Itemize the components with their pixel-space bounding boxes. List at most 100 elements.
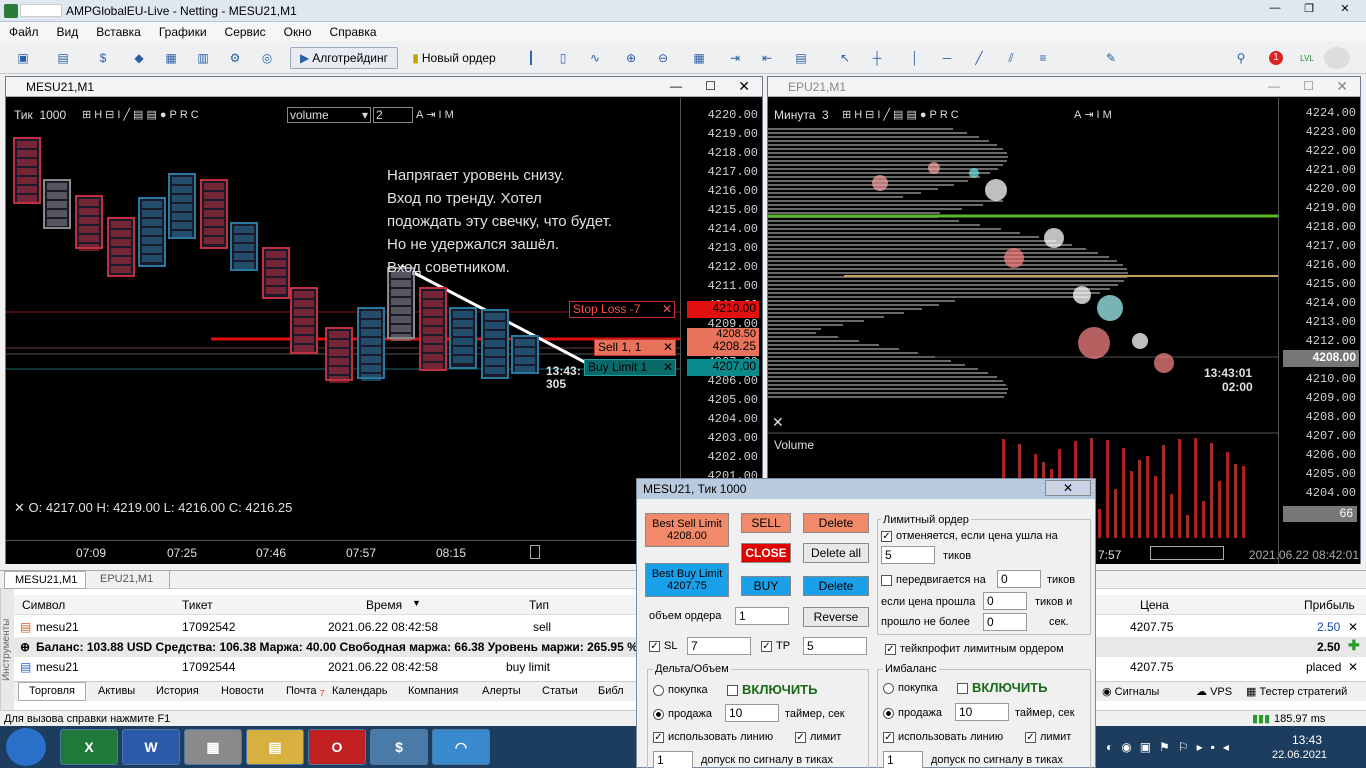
imb-use-line-checkbox[interactable]: ✓ использовать линию bbox=[883, 731, 1003, 743]
menu-help[interactable]: Справка bbox=[321, 22, 386, 39]
clock-date[interactable]: 22.06.2021 bbox=[1272, 749, 1327, 761]
delta-timer-input[interactable]: 10 bbox=[725, 704, 779, 722]
line-chart-icon[interactable]: ∿ bbox=[584, 47, 606, 69]
tp-input[interactable]: 5 bbox=[803, 637, 867, 655]
autoscroll-icon[interactable]: ⇥ bbox=[724, 47, 746, 69]
channel-icon[interactable]: ⫽ bbox=[1000, 47, 1022, 69]
minimize-icon[interactable]: — bbox=[670, 79, 682, 93]
sl-checkbox[interactable]: ✓ SL bbox=[649, 640, 677, 652]
delta-tolerance-input[interactable]: 1 bbox=[653, 751, 693, 768]
tab-mesu21[interactable]: MESU21,M1 bbox=[4, 571, 86, 589]
bar-chart-icon[interactable]: ┃ bbox=[520, 47, 542, 69]
close-icon[interactable]: ✕ bbox=[662, 302, 672, 316]
fibonacci-icon[interactable]: ≡ bbox=[1032, 47, 1054, 69]
sell-button[interactable]: SELL bbox=[741, 513, 791, 533]
horizontal-line-icon[interactable]: ─ bbox=[936, 47, 958, 69]
add-icon[interactable]: ✚ bbox=[1348, 637, 1360, 654]
minimize-icon[interactable]: — bbox=[1268, 79, 1280, 93]
clock-time[interactable]: 13:43 bbox=[1292, 733, 1322, 747]
close-icon[interactable]: ✕ bbox=[1045, 480, 1091, 496]
imb-tolerance-input[interactable]: 1 bbox=[883, 751, 923, 768]
maximize-icon[interactable]: ☐ bbox=[1303, 79, 1314, 93]
chart1-area[interactable]: Тик 1000 ⊞H⊟I╱▤▤●PRC volume ▾ 2 A⇥IM Напр… bbox=[6, 98, 680, 564]
market-watch-icon[interactable]: $ bbox=[92, 47, 114, 69]
imb-enable-checkbox[interactable]: ВКЛЮЧИТЬ bbox=[957, 680, 1047, 695]
col-time[interactable]: Время bbox=[366, 598, 402, 612]
tab-alerts[interactable]: Алерты bbox=[482, 685, 521, 697]
best-buy-limit-button[interactable]: Best Buy Limit 4207.75 bbox=[645, 563, 729, 597]
level-icon[interactable]: LVL bbox=[1296, 47, 1318, 69]
scroll-marker[interactable] bbox=[530, 545, 540, 559]
network-icon[interactable]: ◠ bbox=[432, 729, 490, 765]
imb-buy-radio[interactable]: покупка bbox=[883, 682, 938, 694]
calculator-icon[interactable]: ▦ bbox=[184, 729, 242, 765]
chart1-tool-buttons[interactable]: ⊞H⊟I╱▤▤●PRC bbox=[82, 108, 202, 121]
delete-sell-button[interactable]: Delete bbox=[803, 513, 869, 533]
sell-position-label[interactable]: Sell 1, 1 ✕ bbox=[594, 339, 676, 356]
chart1-extra-buttons[interactable]: A⇥IM bbox=[416, 108, 457, 121]
chart2-tool-buttons[interactable]: ⊞H⊟I╱▤▤●PRC bbox=[842, 108, 962, 121]
maximize-icon[interactable]: ☐ bbox=[705, 79, 716, 93]
toolbox-sidebar[interactable]: Инструменты bbox=[0, 589, 14, 711]
cancel-checkbox[interactable]: ✓ отменяется, если цена ушла на bbox=[881, 530, 1058, 542]
opera-icon[interactable]: O bbox=[308, 729, 366, 765]
chart2-extra-buttons[interactable]: A⇥IM bbox=[1074, 108, 1115, 121]
delta-enable-checkbox[interactable]: ВКЛЮЧИТЬ bbox=[727, 682, 817, 697]
maximize-icon[interactable]: ❐ bbox=[1296, 2, 1322, 18]
crosshair-icon[interactable]: ┼ bbox=[866, 47, 888, 69]
expand-icon[interactable]: ⊕ bbox=[20, 640, 30, 654]
cursor-icon[interactable]: ↖ bbox=[834, 47, 856, 69]
delta-sell-radio[interactable]: продажа bbox=[653, 708, 712, 720]
shapes-icon[interactable]: ✎ bbox=[1100, 47, 1122, 69]
tab-calendar[interactable]: Календарь bbox=[332, 685, 388, 697]
new-order-button[interactable]: ▮ Новый ордер bbox=[404, 47, 504, 69]
buy-button[interactable]: BUY bbox=[741, 576, 791, 596]
tab-library[interactable]: Библ bbox=[598, 685, 624, 697]
close-icon[interactable]: ✕ bbox=[663, 360, 673, 374]
tab-company[interactable]: Компания bbox=[408, 685, 458, 697]
word-icon[interactable]: W bbox=[122, 729, 180, 765]
excel-icon[interactable]: X bbox=[60, 729, 118, 765]
search-icon[interactable]: ⚲ bbox=[1230, 47, 1252, 69]
tp-limit-checkbox[interactable]: ✓ тейкпрофит лимитным ордером bbox=[885, 643, 1064, 655]
delete-all-button[interactable]: Delete all bbox=[803, 543, 869, 563]
depth-spinner[interactable]: 2 bbox=[373, 107, 413, 123]
stoploss-label[interactable]: Stop Loss -7 ✕ bbox=[569, 301, 675, 318]
tab-news[interactable]: Новости bbox=[221, 685, 264, 697]
metatrader-icon[interactable]: $ bbox=[370, 729, 428, 765]
vertical-line-icon[interactable]: │ bbox=[904, 47, 926, 69]
notifications-icon[interactable]: 1 bbox=[1262, 47, 1290, 69]
chart-shift-icon[interactable]: ⇤ bbox=[756, 47, 778, 69]
tab-signals[interactable]: ◉ Сигналы bbox=[1102, 685, 1159, 698]
profiles-icon[interactable]: ▤ bbox=[52, 47, 74, 69]
cancel-ticks-input[interactable]: 5 bbox=[881, 546, 935, 564]
menu-tools[interactable]: Сервис bbox=[216, 22, 275, 39]
navigator-icon[interactable]: ▦ bbox=[160, 47, 182, 69]
tab-epu21[interactable]: EPU21,M1 bbox=[90, 571, 170, 589]
tp-checkbox[interactable]: ✓ TP bbox=[761, 640, 790, 652]
not-more-input[interactable]: 0 bbox=[983, 613, 1027, 631]
tools-icon[interactable]: ✕ bbox=[772, 414, 784, 431]
search-icon[interactable]: ◎ bbox=[256, 47, 278, 69]
col-price[interactable]: Цена bbox=[1140, 598, 1169, 612]
tile-icon[interactable]: ▦ bbox=[688, 47, 710, 69]
imb-limit-checkbox[interactable]: ✓ лимит bbox=[1025, 731, 1071, 743]
buylimit-label[interactable]: Buy Limit 1 ✕ bbox=[584, 359, 676, 376]
close-button[interactable]: CLOSE bbox=[741, 543, 791, 563]
templates-icon[interactable]: ▤ bbox=[790, 47, 812, 69]
tab-vps[interactable]: ☁ VPS bbox=[1196, 685, 1232, 698]
terminal-icon[interactable]: ▥ bbox=[192, 47, 214, 69]
volume-select[interactable]: volume ▾ bbox=[287, 107, 371, 123]
candle-chart-icon[interactable]: ▯ bbox=[552, 47, 574, 69]
tab-articles[interactable]: Статьи bbox=[542, 685, 578, 697]
close-icon[interactable]: ✕ bbox=[1336, 78, 1348, 95]
tools-icon[interactable]: ✕ bbox=[14, 500, 25, 515]
tab-mail[interactable]: Почта bbox=[286, 685, 317, 697]
menu-file[interactable]: Файл bbox=[0, 22, 48, 39]
close-icon[interactable]: ✕ bbox=[1348, 620, 1358, 634]
moves-input[interactable]: 0 bbox=[997, 570, 1041, 588]
menu-charts[interactable]: Графики bbox=[150, 22, 216, 39]
tray-icons[interactable]: ◐◉▣⚑⚐▸▪◂ bbox=[1106, 740, 1237, 754]
sl-input[interactable]: 7 bbox=[687, 637, 751, 655]
new-chart-icon[interactable]: ▣ bbox=[12, 47, 34, 69]
